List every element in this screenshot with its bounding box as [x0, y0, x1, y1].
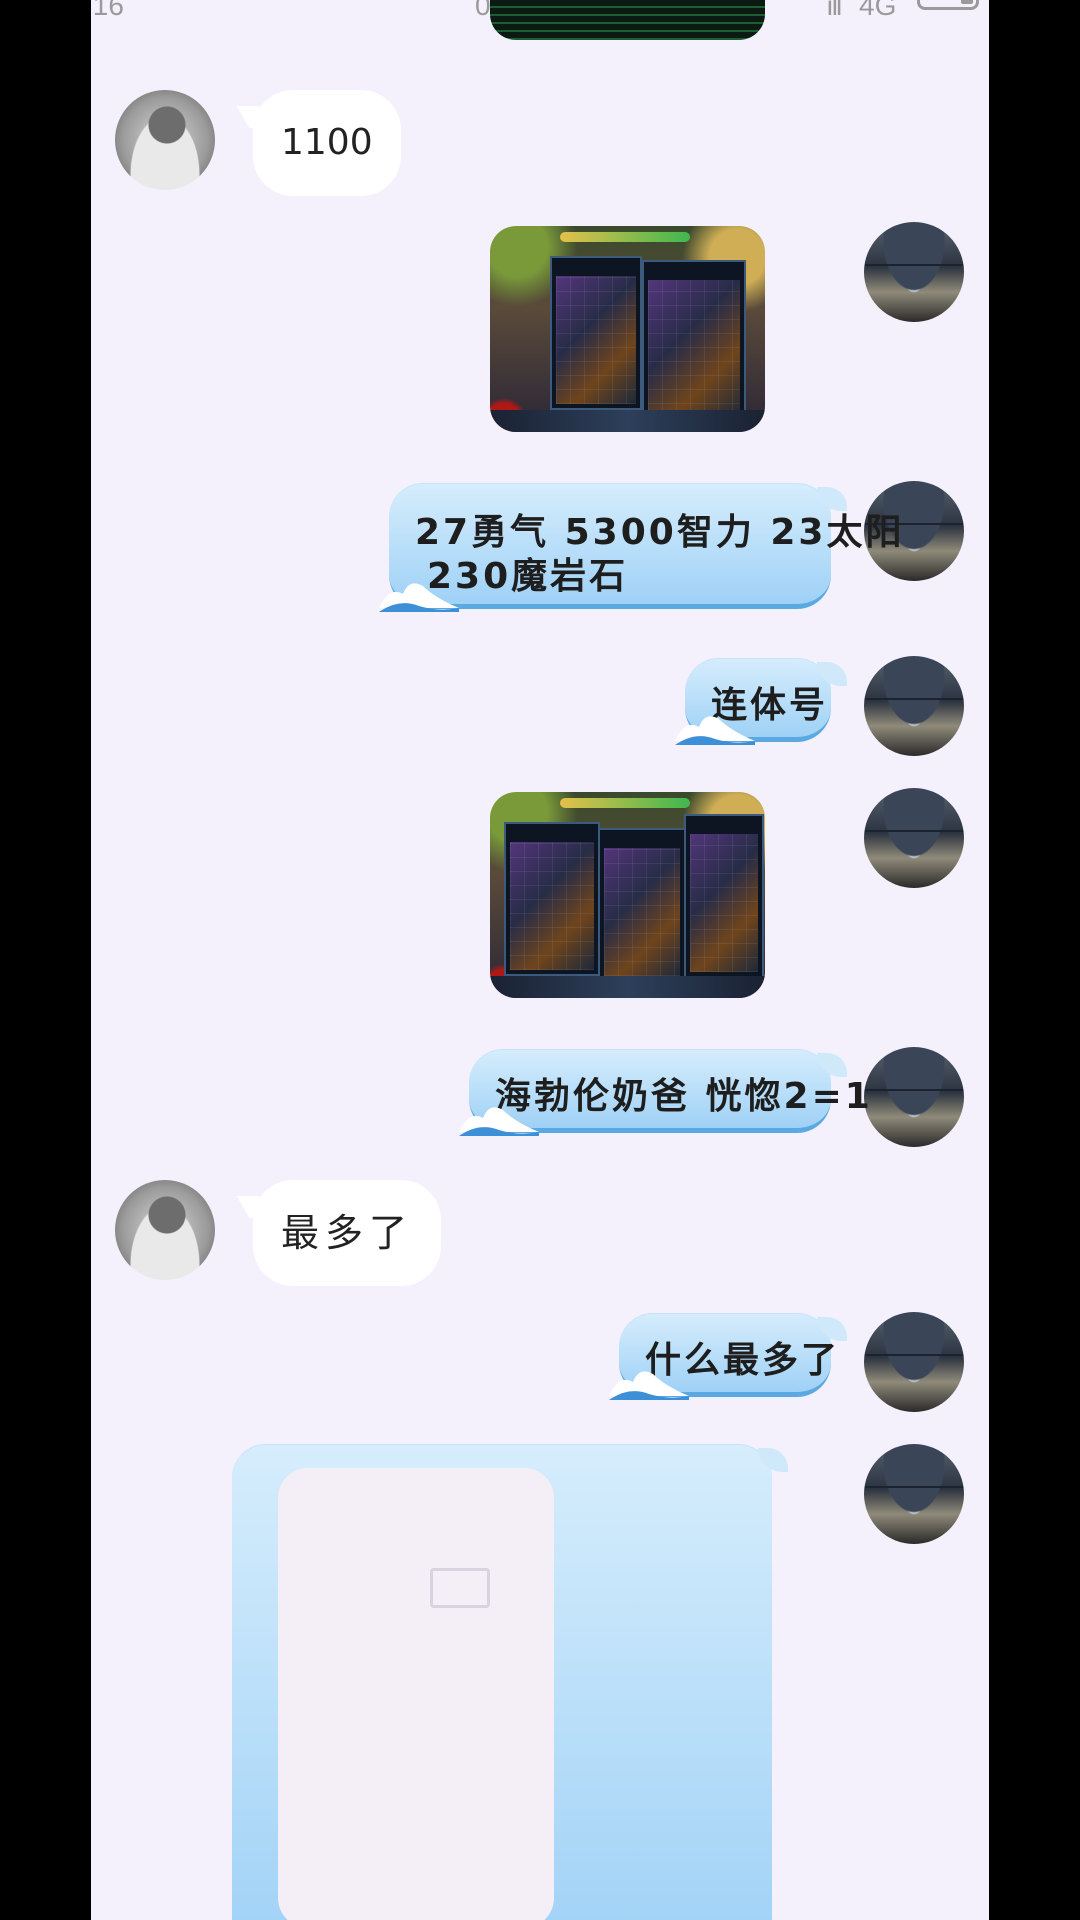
signal-icon: ıll [826, 0, 842, 21]
game-panel [598, 828, 686, 982]
my-avatar[interactable] [864, 656, 964, 756]
my-avatar[interactable] [864, 1047, 964, 1147]
chat-screen: :16 0 ıll 4G 1100 27勇气 5300智力 23太阳 230魔岩… [91, 0, 989, 1920]
my-avatar[interactable] [864, 788, 964, 888]
my-avatar[interactable] [864, 1444, 964, 1544]
message-bubble-outgoing[interactable]: 海勃伦奶爸 恍惚2=1 [459, 1049, 870, 1136]
status-indicator: 0 [475, 0, 491, 21]
network-type: 4G [859, 0, 897, 21]
wave-decoration-icon [609, 1371, 689, 1400]
message-bubble-incoming[interactable]: 1100 [253, 90, 401, 196]
image-icon [430, 1568, 490, 1608]
image-placeholder[interactable] [278, 1468, 554, 1920]
game-panel [550, 256, 642, 410]
message-bubble-outgoing[interactable]: 什么最多了 [609, 1313, 847, 1400]
wave-decoration-icon [675, 716, 755, 745]
contact-avatar[interactable] [115, 90, 215, 190]
game-panel [642, 260, 746, 424]
chat-image[interactable] [490, 226, 765, 432]
status-bar: :16 0 ıll 4G [91, 0, 989, 24]
wave-decoration-icon [379, 583, 459, 612]
message-bubble-outgoing[interactable]: 连体号 [675, 658, 847, 745]
message-bubble-incoming[interactable]: 最多了 [253, 1180, 442, 1286]
contact-avatar[interactable] [115, 1180, 215, 1280]
message-text: 海勃伦奶爸 恍惚2=1 [495, 1076, 873, 1117]
battery-icon [917, 0, 979, 10]
chat-image[interactable] [490, 792, 765, 998]
message-text: 最多了 [281, 1211, 414, 1255]
message-bubble-outgoing-image[interactable] [232, 1444, 788, 1920]
status-time: :16 [91, 0, 124, 21]
message-bubble-outgoing[interactable]: 27勇气 5300智力 23太阳 230魔岩石 [379, 483, 901, 612]
game-panel [504, 822, 600, 976]
message-text: 1100 [281, 122, 373, 163]
my-avatar[interactable] [864, 1312, 964, 1412]
wave-decoration-icon [459, 1107, 539, 1136]
my-avatar[interactable] [864, 222, 964, 322]
game-panel [684, 814, 764, 978]
